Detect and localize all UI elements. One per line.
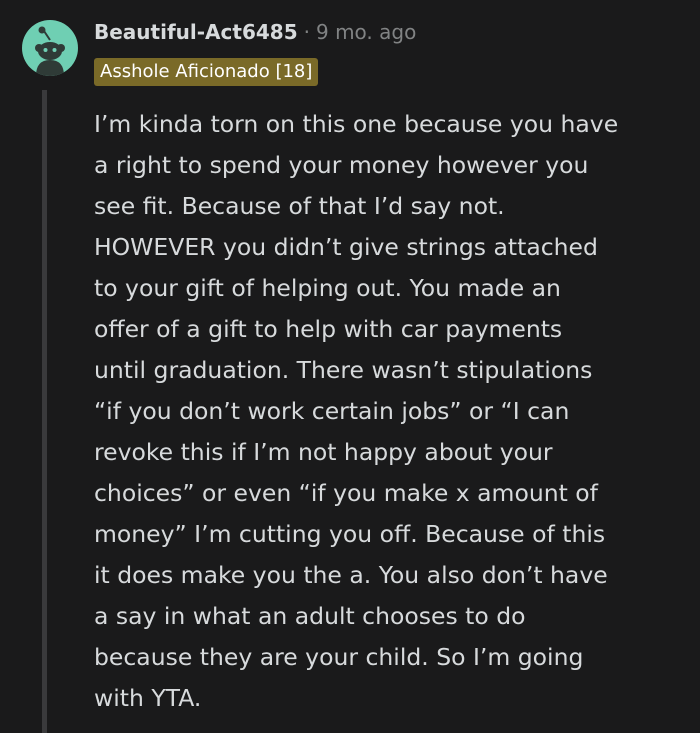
meta-separator: · xyxy=(303,20,310,44)
comment-author-link[interactable]: Beautiful-Act6485 xyxy=(94,20,298,44)
user-flair-badge: Asshole Aficionado [18] xyxy=(94,58,319,86)
comment-timestamp[interactable]: 9 mo. ago xyxy=(316,20,416,44)
snoo-avatar-icon xyxy=(35,26,65,76)
comment-header: Beautiful-Act6485 · 9 mo. ago xyxy=(94,14,416,50)
thread-collapse-line[interactable] xyxy=(42,90,47,733)
comment: Beautiful-Act6485 · 9 mo. ago Asshole Af… xyxy=(0,0,700,733)
comment-body: I’m kinda torn on this one because you h… xyxy=(94,110,619,712)
user-avatar[interactable] xyxy=(22,20,78,76)
